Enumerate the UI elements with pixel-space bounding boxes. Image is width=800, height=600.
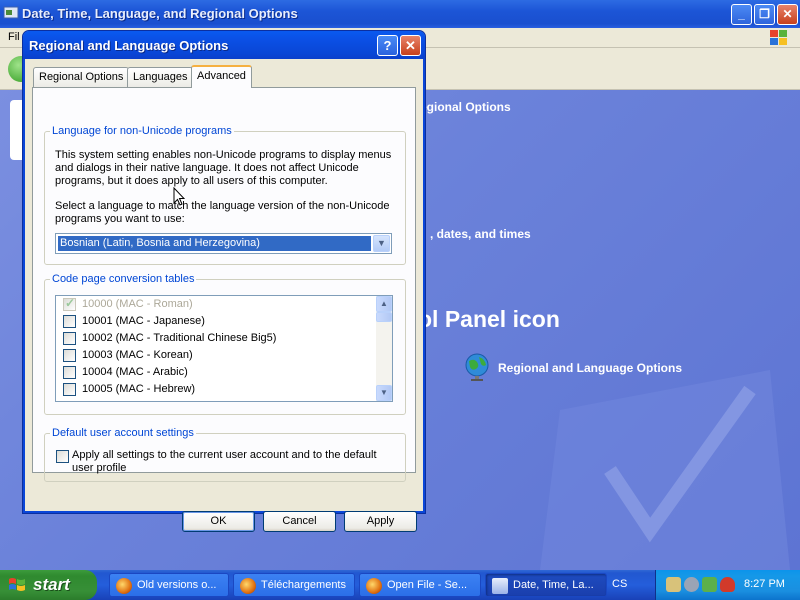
taskbar-item-label: Téléchargements bbox=[261, 579, 346, 591]
dialog-close-button[interactable]: ✕ bbox=[400, 35, 421, 56]
code-page-group: Code page conversion tables 10000 (MAC -… bbox=[44, 273, 406, 415]
code-page-label: 10002 (MAC - Traditional Chinese Big5) bbox=[82, 332, 277, 344]
selected-language: Bosnian (Latin, Bosnia and Herzegovina) bbox=[58, 236, 371, 251]
ok-button[interactable]: OK bbox=[182, 511, 255, 532]
chevron-down-icon[interactable]: ▼ bbox=[373, 235, 390, 252]
code-page-checkbox bbox=[63, 296, 76, 311]
section-header: egional Options bbox=[420, 100, 511, 114]
code-page-checkbox[interactable] bbox=[63, 366, 76, 379]
security-shield-icon[interactable] bbox=[720, 577, 735, 592]
non-unicode-description-line: and dialogs in their native language. It… bbox=[55, 162, 359, 174]
system-tray: 8:27 PM bbox=[655, 570, 800, 600]
code-page-checkbox[interactable] bbox=[63, 349, 76, 362]
tab-advanced[interactable]: Advanced bbox=[191, 65, 252, 88]
dialog-title: Regional and Language Options bbox=[29, 38, 229, 53]
dialog-body: Regional Options Languages Advanced Lang… bbox=[27, 59, 421, 532]
network-icon[interactable] bbox=[702, 577, 717, 592]
non-unicode-description-line: This system setting enables non-Unicode … bbox=[55, 149, 392, 161]
code-page-label: 10005 (MAC - Hebrew) bbox=[82, 383, 196, 395]
select-language-instruction: Select a language to match the language … bbox=[55, 200, 390, 212]
code-page-label: 10001 (MAC - Japanese) bbox=[82, 315, 205, 327]
code-page-label: 10000 (MAC - Roman) bbox=[82, 298, 193, 310]
taskbar-item-label: Old versions o... bbox=[137, 579, 217, 591]
taskbar-item-date-time[interactable]: Date, Time, La... bbox=[485, 573, 607, 597]
tab-languages[interactable]: Languages bbox=[127, 67, 194, 87]
default-user-legend: Default user account settings bbox=[52, 427, 194, 439]
code-page-checkbox[interactable] bbox=[63, 315, 76, 328]
taskbar-item-telechargements[interactable]: Téléchargements bbox=[233, 573, 355, 597]
taskbar-item-firefox-old-versions[interactable]: Old versions o... bbox=[109, 573, 229, 597]
code-page-label: 10004 (MAC - Arabic) bbox=[82, 366, 188, 378]
windows-flag-icon bbox=[9, 578, 25, 591]
watermark-checkmark-graphic bbox=[540, 370, 790, 570]
language-select[interactable]: Bosnian (Latin, Bosnia and Herzegovina) … bbox=[55, 233, 392, 254]
scroll-down-icon[interactable]: ▼ bbox=[376, 385, 392, 401]
windows-logo-icon bbox=[770, 30, 787, 45]
non-unicode-legend: Language for non-Unicode programs bbox=[52, 125, 232, 137]
start-button[interactable]: start bbox=[0, 570, 97, 600]
code-page-list[interactable]: 10000 (MAC - Roman) 10001 (MAC - Japanes… bbox=[55, 295, 393, 402]
regional-language-options-link[interactable]: Regional and Language Options bbox=[498, 361, 682, 375]
control-panel-icon bbox=[3, 6, 19, 19]
code-page-scrollbar[interactable]: ▲ ▼ bbox=[376, 296, 392, 401]
scrollbar-thumb[interactable] bbox=[376, 312, 392, 322]
code-page-legend: Code page conversion tables bbox=[52, 273, 195, 285]
tray-app-icon[interactable] bbox=[666, 577, 681, 592]
code-page-checkbox[interactable] bbox=[63, 383, 76, 396]
apply-button[interactable]: Apply bbox=[344, 511, 417, 532]
menu-file[interactable]: Fil bbox=[8, 31, 20, 43]
cancel-button[interactable]: Cancel bbox=[263, 511, 336, 532]
select-language-instruction: programs you want to use: bbox=[55, 213, 185, 225]
taskbar-item-label: Open File - Se... bbox=[387, 579, 468, 591]
non-unicode-description-line: programs, but it does apply to all users… bbox=[55, 175, 328, 187]
dialog-titlebar[interactable]: Regional and Language Options ? ✕ bbox=[23, 31, 425, 59]
scroll-up-icon[interactable]: ▲ bbox=[376, 296, 392, 312]
help-button[interactable]: ? bbox=[377, 35, 398, 56]
start-label: start bbox=[33, 575, 70, 594]
mouse-cursor-icon bbox=[173, 187, 185, 206]
close-button[interactable]: ✕ bbox=[777, 4, 798, 25]
apply-default-user-label: user profile bbox=[72, 462, 127, 474]
control-panel-title: Date, Time, Language, and Regional Optio… bbox=[22, 6, 298, 21]
non-unicode-group: Language for non-Unicode programs This s… bbox=[44, 125, 406, 265]
firefox-icon bbox=[240, 578, 256, 594]
control-panel-icon bbox=[492, 578, 508, 594]
globe-icon[interactable] bbox=[464, 352, 490, 382]
code-page-checkbox[interactable] bbox=[63, 332, 76, 345]
taskbar-item-label: Date, Time, La... bbox=[513, 579, 594, 591]
pick-control-panel-heading: ol Panel icon bbox=[418, 306, 560, 332]
regional-language-options-dialog: Regional and Language Options ? ✕ Region… bbox=[22, 30, 426, 532]
default-user-group: Default user account settings Apply all … bbox=[44, 427, 406, 482]
taskbar-item-open-file[interactable]: Open File - Se... bbox=[359, 573, 481, 597]
clock[interactable]: 8:27 PM bbox=[744, 578, 785, 590]
apply-default-user-checkbox[interactable] bbox=[56, 450, 69, 463]
firefox-icon bbox=[116, 578, 132, 594]
tab-regional-options[interactable]: Regional Options bbox=[33, 67, 130, 87]
minimize-button[interactable]: _ bbox=[731, 4, 752, 25]
code-page-label: 10003 (MAC - Korean) bbox=[82, 349, 193, 361]
section-subtext: , dates, and times bbox=[430, 227, 531, 241]
firefox-icon bbox=[366, 578, 382, 594]
maximize-button[interactable]: ❐ bbox=[754, 4, 775, 25]
control-panel-titlebar[interactable]: Date, Time, Language, and Regional Optio… bbox=[0, 0, 800, 28]
volume-icon[interactable] bbox=[684, 577, 699, 592]
advanced-tab-panel: Language for non-Unicode programs This s… bbox=[32, 87, 416, 482]
taskbar: start Old versions o... Téléchargements … bbox=[0, 570, 800, 600]
apply-default-user-label: Apply all settings to the current user a… bbox=[72, 449, 377, 461]
language-indicator[interactable]: CS bbox=[612, 578, 627, 590]
